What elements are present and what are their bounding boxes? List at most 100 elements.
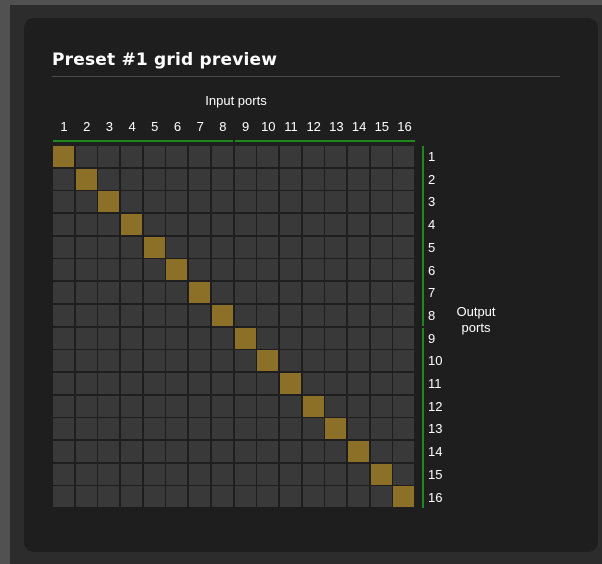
crosspoint-connected[interactable] bbox=[143, 236, 165, 258]
crosspoint-cell[interactable] bbox=[75, 440, 97, 462]
crosspoint-connected[interactable] bbox=[234, 327, 256, 349]
crosspoint-cell[interactable] bbox=[53, 214, 74, 236]
crosspoint-cell[interactable] bbox=[234, 191, 256, 213]
crosspoint-cell[interactable] bbox=[189, 304, 211, 326]
crosspoint-cell[interactable] bbox=[121, 236, 143, 258]
crosspoint-cell[interactable] bbox=[121, 282, 143, 304]
crosspoint-cell[interactable] bbox=[98, 418, 120, 440]
crosspoint-cell[interactable] bbox=[257, 304, 279, 326]
crosspoint-cell[interactable] bbox=[325, 282, 347, 304]
crosspoint-cell[interactable] bbox=[302, 168, 324, 190]
crosspoint-cell[interactable] bbox=[98, 327, 120, 349]
crosspoint-cell[interactable] bbox=[302, 418, 324, 440]
crosspoint-cell[interactable] bbox=[302, 350, 324, 372]
crosspoint-cell[interactable] bbox=[166, 236, 188, 258]
crosspoint-cell[interactable] bbox=[279, 236, 301, 258]
crosspoint-cell[interactable] bbox=[347, 259, 369, 281]
crosspoint-cell[interactable] bbox=[257, 486, 279, 508]
crosspoint-cell[interactable] bbox=[189, 440, 211, 462]
crosspoint-cell[interactable] bbox=[143, 304, 165, 326]
crosspoint-cell[interactable] bbox=[53, 282, 74, 304]
crosspoint-cell[interactable] bbox=[121, 372, 143, 394]
crosspoint-cell[interactable] bbox=[166, 372, 188, 394]
crosspoint-cell[interactable] bbox=[234, 395, 256, 417]
crosspoint-cell[interactable] bbox=[234, 486, 256, 508]
crosspoint-cell[interactable] bbox=[257, 259, 279, 281]
crosspoint-cell[interactable] bbox=[211, 146, 233, 167]
crosspoint-cell[interactable] bbox=[143, 146, 165, 167]
crosspoint-cell[interactable] bbox=[75, 486, 97, 508]
crosspoint-cell[interactable] bbox=[347, 236, 369, 258]
crosspoint-cell[interactable] bbox=[75, 146, 97, 167]
crosspoint-cell[interactable] bbox=[121, 146, 143, 167]
crosspoint-cell[interactable] bbox=[166, 463, 188, 485]
crosspoint-cell[interactable] bbox=[257, 236, 279, 258]
crosspoint-cell[interactable] bbox=[211, 168, 233, 190]
crosspoint-cell[interactable] bbox=[189, 395, 211, 417]
crosspoint-cell[interactable] bbox=[121, 395, 143, 417]
crosspoint-cell[interactable] bbox=[325, 304, 347, 326]
crosspoint-cell[interactable] bbox=[257, 418, 279, 440]
crosspoint-cell[interactable] bbox=[234, 236, 256, 258]
crosspoint-cell[interactable] bbox=[211, 372, 233, 394]
crosspoint-cell[interactable] bbox=[370, 214, 392, 236]
crosspoint-cell[interactable] bbox=[211, 395, 233, 417]
crosspoint-cell[interactable] bbox=[75, 259, 97, 281]
crosspoint-cell[interactable] bbox=[370, 418, 392, 440]
crosspoint-cell[interactable] bbox=[75, 327, 97, 349]
crosspoint-cell[interactable] bbox=[211, 259, 233, 281]
crosspoint-cell[interactable] bbox=[370, 168, 392, 190]
crosspoint-cell[interactable] bbox=[279, 418, 301, 440]
crosspoint-cell[interactable] bbox=[98, 395, 120, 417]
crosspoint-cell[interactable] bbox=[143, 214, 165, 236]
crosspoint-connected[interactable] bbox=[75, 168, 97, 190]
crosspoint-cell[interactable] bbox=[234, 146, 256, 167]
crosspoint-cell[interactable] bbox=[393, 168, 415, 190]
crosspoint-cell[interactable] bbox=[166, 486, 188, 508]
crosspoint-cell[interactable] bbox=[393, 372, 415, 394]
crosspoint-cell[interactable] bbox=[257, 282, 279, 304]
crosspoint-connected[interactable] bbox=[370, 463, 392, 485]
crosspoint-cell[interactable] bbox=[302, 372, 324, 394]
crosspoint-cell[interactable] bbox=[370, 259, 392, 281]
crosspoint-cell[interactable] bbox=[189, 146, 211, 167]
crosspoint-cell[interactable] bbox=[325, 214, 347, 236]
crosspoint-cell[interactable] bbox=[325, 191, 347, 213]
crosspoint-cell[interactable] bbox=[211, 463, 233, 485]
crosspoint-cell[interactable] bbox=[347, 350, 369, 372]
crosspoint-cell[interactable] bbox=[143, 350, 165, 372]
crosspoint-cell[interactable] bbox=[166, 395, 188, 417]
crosspoint-cell[interactable] bbox=[189, 327, 211, 349]
crosspoint-cell[interactable] bbox=[121, 327, 143, 349]
crosspoint-cell[interactable] bbox=[279, 259, 301, 281]
crosspoint-cell[interactable] bbox=[75, 463, 97, 485]
crosspoint-cell[interactable] bbox=[279, 146, 301, 167]
crosspoint-cell[interactable] bbox=[75, 418, 97, 440]
crosspoint-cell[interactable] bbox=[189, 214, 211, 236]
crosspoint-cell[interactable] bbox=[234, 259, 256, 281]
crosspoint-cell[interactable] bbox=[325, 440, 347, 462]
crosspoint-cell[interactable] bbox=[75, 214, 97, 236]
crosspoint-cell[interactable] bbox=[211, 282, 233, 304]
crosspoint-connected[interactable] bbox=[347, 440, 369, 462]
crosspoint-cell[interactable] bbox=[257, 463, 279, 485]
crosspoint-cell[interactable] bbox=[302, 486, 324, 508]
crosspoint-cell[interactable] bbox=[302, 236, 324, 258]
crosspoint-cell[interactable] bbox=[53, 259, 74, 281]
crosspoint-cell[interactable] bbox=[370, 236, 392, 258]
crosspoint-cell[interactable] bbox=[393, 259, 415, 281]
crosspoint-cell[interactable] bbox=[279, 350, 301, 372]
crosspoint-cell[interactable] bbox=[257, 168, 279, 190]
crosspoint-cell[interactable] bbox=[393, 282, 415, 304]
crosspoint-cell[interactable] bbox=[98, 304, 120, 326]
crosspoint-connected[interactable] bbox=[257, 350, 279, 372]
crosspoint-cell[interactable] bbox=[257, 372, 279, 394]
crosspoint-cell[interactable] bbox=[393, 236, 415, 258]
crosspoint-cell[interactable] bbox=[234, 463, 256, 485]
crosspoint-cell[interactable] bbox=[393, 350, 415, 372]
crosspoint-cell[interactable] bbox=[347, 327, 369, 349]
crosspoint-connected[interactable] bbox=[211, 304, 233, 326]
crosspoint-cell[interactable] bbox=[53, 395, 74, 417]
crosspoint-cell[interactable] bbox=[98, 372, 120, 394]
crosspoint-cell[interactable] bbox=[166, 418, 188, 440]
